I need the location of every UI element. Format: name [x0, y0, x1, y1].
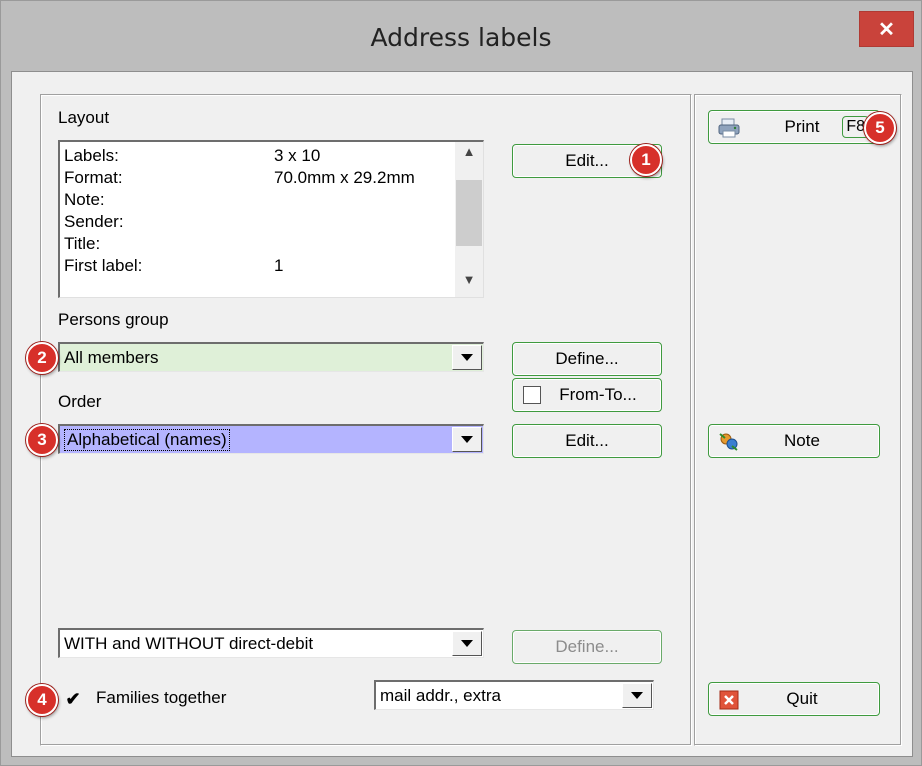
dialog-client: Layout Labels: 3 x 10 Format: 70.0mm x 2… — [11, 71, 913, 757]
checkmark-icon: ✔ — [65, 689, 81, 709]
close-icon: ✕ — [878, 18, 895, 41]
families-together-label: Families together — [96, 688, 227, 707]
callout-badge-4: 4 — [26, 684, 58, 716]
debit-define-label: Define... — [555, 637, 619, 656]
from-to-checkbox[interactable] — [523, 386, 541, 404]
order-edit-label: Edit... — [565, 431, 609, 450]
close-button[interactable]: ✕ — [859, 11, 914, 47]
quit-label: Quit — [786, 689, 818, 708]
layout-label: Layout — [58, 108, 110, 127]
layout-edit-label: Edit... — [565, 151, 609, 170]
chevron-down-icon[interactable] — [622, 683, 652, 708]
callout-badge-2: 2 — [26, 342, 58, 374]
list-item-key: Title: — [64, 234, 101, 253]
list-item-key: Labels: — [64, 146, 119, 165]
list-item-value: 70.0mm x 29.2mm — [274, 168, 415, 187]
list-item-key: First label: — [64, 256, 143, 275]
window-title: Address labels — [370, 23, 552, 52]
scroll-down-icon[interactable]: ▼ — [455, 272, 483, 294]
quit-button[interactable]: Quit — [708, 682, 880, 716]
note-icon — [719, 433, 738, 451]
scroll-up-icon[interactable]: ▲ — [455, 144, 483, 166]
address-type-select[interactable]: mail addr., extra — [374, 680, 654, 710]
chevron-down-icon[interactable] — [452, 631, 482, 656]
chevron-down-icon[interactable] — [452, 345, 482, 370]
persons-group-select[interactable]: All members — [58, 342, 484, 372]
from-to-label: From-To... — [559, 385, 637, 404]
persons-define-button[interactable]: Define... — [512, 342, 662, 376]
list-item-value: 3 x 10 — [274, 146, 321, 165]
callout-badge-1: 1 — [630, 144, 662, 176]
quit-icon — [719, 690, 739, 710]
note-button[interactable]: Note — [708, 424, 880, 458]
direct-debit-value: WITH and WITHOUT direct-debit — [64, 634, 314, 653]
from-to-button[interactable]: From-To... — [512, 378, 662, 412]
list-item-key: Format: — [64, 168, 123, 187]
order-edit-button[interactable]: Edit... — [512, 424, 662, 458]
scroll-thumb[interactable] — [456, 180, 482, 246]
printer-icon — [718, 118, 740, 138]
layout-listbox[interactable]: Labels: 3 x 10 Format: 70.0mm x 29.2mm N… — [58, 140, 484, 298]
print-label: Print — [784, 117, 820, 136]
persons-define-label: Define... — [555, 349, 619, 368]
actions-panel — [694, 94, 902, 746]
list-item-key: Note: — [64, 190, 105, 209]
list-item-key: Sender: — [64, 212, 124, 231]
direct-debit-select[interactable]: WITH and WITHOUT direct-debit — [58, 628, 484, 658]
chevron-down-icon[interactable] — [452, 427, 482, 452]
order-label: Order — [58, 392, 102, 411]
callout-badge-5: 5 — [864, 112, 896, 144]
list-item-value: 1 — [274, 256, 284, 275]
order-value: Alphabetical (names) — [64, 429, 230, 451]
order-select[interactable]: Alphabetical (names) — [58, 424, 484, 454]
layout-scrollbar[interactable]: ▲ ▼ — [455, 142, 483, 297]
persons-group-value: All members — [64, 348, 159, 367]
address-labels-window: Address labels ✕ Layout Labels: 3 x 10 F… — [0, 0, 922, 766]
note-label: Note — [784, 431, 820, 450]
persons-group-label: Persons group — [58, 310, 169, 329]
callout-badge-3: 3 — [26, 424, 58, 456]
debit-define-button[interactable]: Define... — [512, 630, 662, 664]
print-button[interactable]: Print F8 — [708, 110, 880, 144]
families-together-checkbox[interactable]: ✔ — [64, 690, 82, 708]
address-type-value: mail addr., extra — [380, 686, 501, 705]
